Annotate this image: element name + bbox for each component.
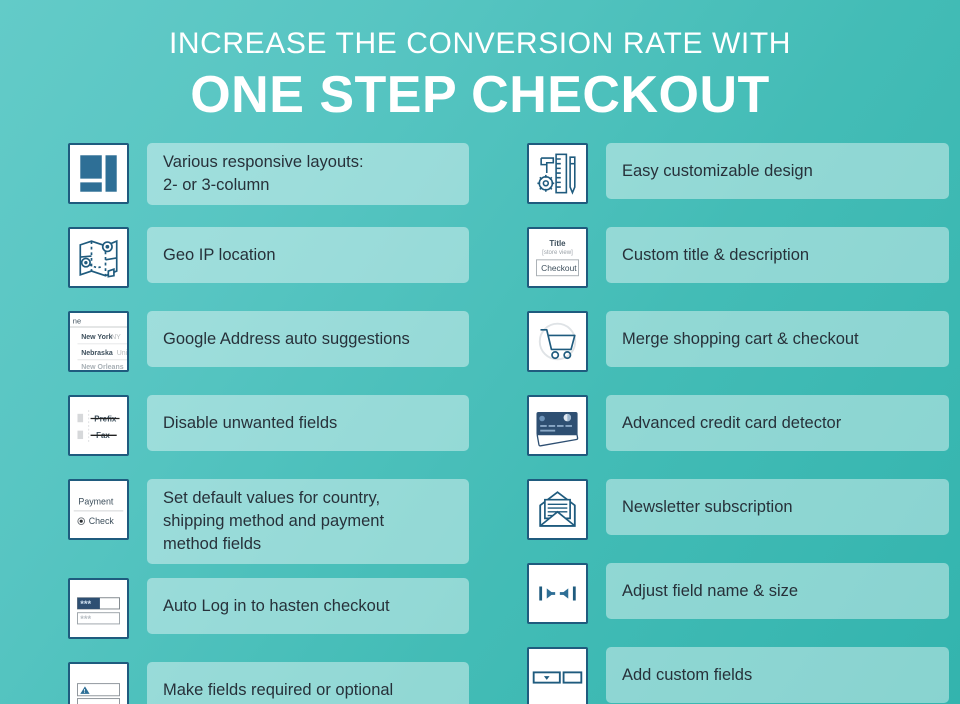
svg-text:Check: Check [89, 516, 115, 526]
feature-label: Make fields required or optional [147, 662, 469, 704]
svg-text:Payment: Payment [78, 496, 114, 506]
feature-row: Merge shopping cart & checkout [527, 311, 949, 373]
map-location-icon [68, 227, 129, 288]
feature-label: Easy customizable design [606, 143, 949, 199]
feature-label-text: Disable unwanted fields [163, 413, 338, 432]
feature-label-line2: 2- or 3-column [163, 176, 270, 194]
auto-login-icon: *** *** [68, 578, 129, 639]
feature-column-right: Easy customizable design Title [store vi… [480, 143, 960, 704]
feature-row: Title [store view] Checkout Custom title… [527, 227, 949, 289]
svg-text:[store view]: [store view] [542, 250, 573, 256]
svg-text:***: *** [80, 614, 91, 624]
feature-row: Newsletter subscription [527, 479, 949, 541]
resize-width-icon [527, 563, 588, 624]
svg-text:New York: New York [81, 334, 112, 341]
custom-title-icon: Title [store view] Checkout [527, 227, 588, 288]
feature-label: Google Address auto suggestions [147, 311, 469, 367]
feature-label-line1: Various responsive layouts: [163, 153, 364, 171]
feature-row: Easy customizable design [527, 143, 949, 205]
feature-row: Payment Check Set default values for cou… [68, 479, 469, 564]
feature-label-text: Custom title & description [622, 245, 810, 264]
feature-label: Auto Log in to hasten checkout [147, 578, 469, 634]
feature-label: Adjust field name & size [606, 563, 949, 619]
feature-label-text: Easy customizable design [622, 161, 813, 180]
infographic-poster: INCREASE THE CONVERSION RATE WITH ONE ST… [0, 0, 960, 704]
feature-columns: Various responsive layouts: 2- or 3-colu… [0, 143, 960, 704]
svg-text:Nebraska: Nebraska [81, 350, 113, 357]
feature-row: *** *** Auto Log in to hasten checkout [68, 578, 469, 640]
page-title: ONE STEP CHECKOUT [190, 66, 770, 124]
feature-label: Newsletter subscription [606, 479, 949, 535]
feature-row: Adjust field name & size [527, 563, 949, 625]
address-autosuggest-icon: ne New York NY Nebraska Uni New Orleans [68, 311, 129, 372]
feature-row: Geo IP location [68, 227, 469, 289]
feature-label-line2: shipping method and payment [163, 512, 385, 530]
layout-columns-icon [68, 143, 129, 204]
shopping-cart-icon [527, 311, 588, 372]
feature-row: Prefix Fax Disable unwanted fields [68, 395, 469, 457]
autosuggest-query: ne [73, 316, 81, 325]
feature-label: Advanced credit card detector [606, 395, 949, 451]
feature-row: ne New York NY Nebraska Uni New Orleans … [68, 311, 469, 373]
feature-row: ! Make fields required or optional [68, 662, 469, 704]
svg-text:Uni: Uni [117, 350, 127, 357]
feature-label-text: Google Address auto suggestions [163, 329, 410, 348]
feature-row: Add custom fields [527, 647, 949, 704]
feature-label: Disable unwanted fields [147, 395, 469, 451]
feature-column-left: Various responsive layouts: 2- or 3-colu… [0, 143, 480, 704]
feature-label: Set default values for country, shipping… [147, 479, 469, 564]
svg-text:Checkout: Checkout [541, 263, 577, 273]
feature-label-text: Geo IP location [163, 245, 276, 264]
custom-fields-icon [527, 647, 588, 704]
disable-fields-icon: Prefix Fax [68, 395, 129, 456]
design-tools-icon [527, 143, 588, 204]
feature-label-text: Merge shopping cart & checkout [622, 329, 859, 348]
svg-text:!: ! [84, 689, 86, 695]
feature-label: Various responsive layouts: 2- or 3-colu… [147, 143, 469, 205]
required-field-icon: ! [68, 662, 129, 704]
feature-row: Various responsive layouts: 2- or 3-colu… [68, 143, 469, 205]
header-subtitle: INCREASE THE CONVERSION RATE WITH [168, 27, 792, 60]
feature-label: Add custom fields [606, 647, 949, 703]
feature-label-text: Adjust field name & size [622, 581, 799, 600]
feature-label-text: Make fields required or optional [163, 680, 394, 699]
svg-text:NY: NY [111, 334, 121, 341]
feature-row: Advanced credit card detector [527, 395, 949, 457]
feature-label: Geo IP location [147, 227, 469, 283]
feature-label-text: Add custom fields [622, 665, 753, 684]
feature-label-text: Newsletter subscription [622, 497, 793, 516]
poster-header: INCREASE THE CONVERSION RATE WITH ONE ST… [0, 0, 960, 126]
svg-text:***: *** [80, 599, 91, 609]
feature-label-line1: Set default values for country, [163, 489, 381, 507]
feature-label: Merge shopping cart & checkout [606, 311, 949, 367]
feature-label: Custom title & description [606, 227, 949, 283]
payment-default-icon: Payment Check [68, 479, 129, 540]
svg-text:Title: Title [549, 239, 566, 248]
envelope-icon [527, 479, 588, 540]
feature-label-text: Advanced credit card detector [622, 413, 842, 432]
credit-card-icon [527, 395, 588, 456]
feature-label-text: Auto Log in to hasten checkout [163, 596, 390, 615]
feature-label-line3: method fields [163, 535, 262, 553]
svg-text:New Orleans: New Orleans [81, 364, 124, 370]
